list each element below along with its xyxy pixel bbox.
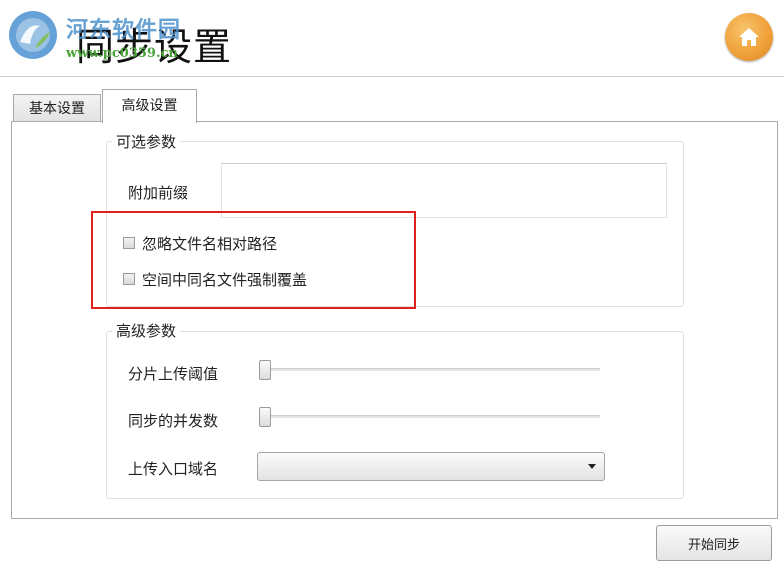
chunk-threshold-slider-track[interactable] — [262, 368, 600, 371]
ignore-relative-path-checkbox[interactable] — [123, 237, 135, 249]
prefix-input[interactable] — [221, 163, 667, 218]
prefix-label: 附加前缀 — [128, 184, 189, 202]
header-divider — [0, 76, 784, 77]
ignore-relative-path-label[interactable]: 忽略文件名相对路径 — [142, 233, 277, 254]
home-icon — [739, 28, 759, 46]
tab-advanced-settings[interactable]: 高级设置 — [102, 89, 197, 123]
chunk-threshold-slider-thumb[interactable] — [259, 360, 271, 380]
watermark-text: 河东软件园 — [66, 18, 182, 43]
concurrency-slider-track[interactable] — [262, 415, 600, 418]
site-logo-icon — [6, 8, 60, 62]
chevron-down-icon — [588, 464, 596, 469]
watermark-url: www.pc0359.cn — [66, 46, 178, 61]
force-overwrite-checkbox[interactable] — [123, 273, 135, 285]
force-overwrite-label[interactable]: 空间中同名文件强制覆盖 — [142, 269, 307, 290]
optional-params-title: 可选参数 — [112, 131, 181, 152]
concurrency-label: 同步的并发数 — [128, 412, 219, 430]
advanced-params-title: 高级参数 — [112, 320, 181, 341]
home-button[interactable] — [725, 13, 773, 61]
header-bar: 同步设置 河东软件园 www.pc0359.cn — [0, 0, 784, 80]
concurrency-slider-thumb[interactable] — [259, 407, 271, 427]
chunk-threshold-label: 分片上传阈值 — [128, 365, 219, 383]
upload-domain-select[interactable] — [257, 452, 605, 481]
tab-basic-settings[interactable]: 基本设置 — [13, 94, 101, 122]
start-sync-button[interactable]: 开始同步 — [656, 525, 772, 561]
upload-domain-label: 上传入口域名 — [128, 460, 219, 478]
